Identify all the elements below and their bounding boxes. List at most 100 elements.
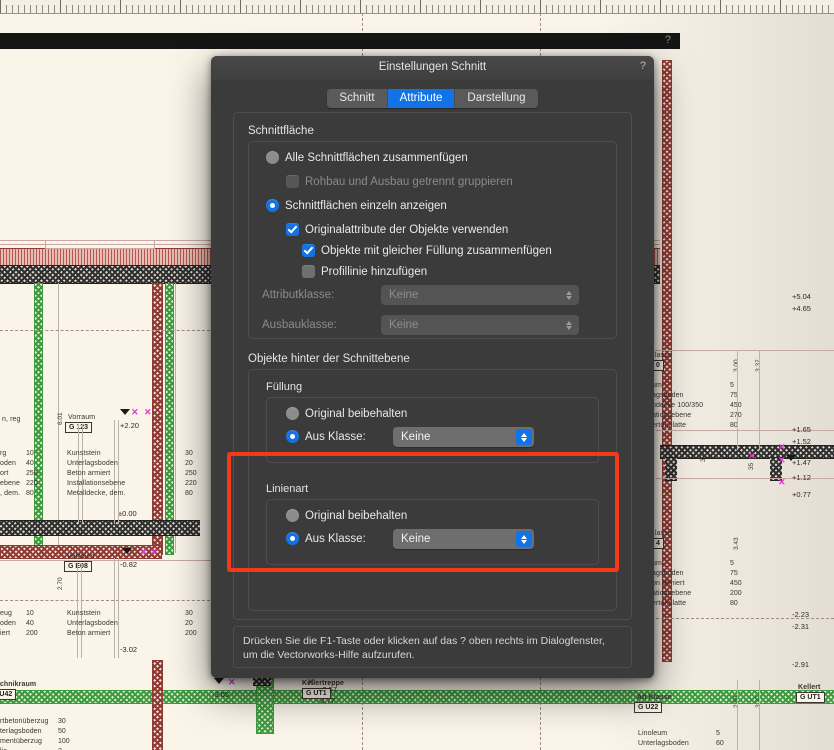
radio-show-individually[interactable] (266, 199, 279, 212)
dimension-line (759, 680, 760, 750)
option-show-individually-row[interactable]: Schnittflächen einzeln anzeigen (266, 199, 447, 212)
class-tag: G U22 (634, 702, 663, 713)
buildup-thickness: 250 (26, 470, 38, 477)
ruler-tick (582, 5, 583, 13)
check-original-attributes-row[interactable]: Originalattribute der Objekte verwenden (286, 223, 508, 236)
snap-marker-icon: ✕ (228, 677, 236, 687)
buildup-material: ertonplatte (652, 422, 687, 429)
buildup-thickness: 30 (185, 610, 193, 617)
dialog-title: Einstellungen Schnitt (378, 61, 487, 73)
snap-marker-icon: ✕ (131, 407, 139, 417)
ruler-tick (300, 0, 301, 13)
checkbox-merge-same-fill[interactable] (302, 244, 315, 257)
ruler-tick (60, 0, 61, 13)
ruler-tick (198, 5, 199, 13)
horizontal-ruler[interactable] (0, 0, 834, 14)
option-merge-all-row[interactable]: Alle Schnittflächen zusammenfügen (266, 151, 468, 164)
tab-attribute[interactable]: Attribute (386, 89, 455, 108)
buildup-thickness: 80 (185, 490, 193, 497)
ruler-tick (528, 5, 529, 13)
ruler-tick (90, 5, 91, 13)
ruler-tick (636, 5, 637, 13)
group-title-linienart: Linienart (266, 483, 309, 495)
dimension-small: 35 (748, 462, 755, 470)
ruler-tick (534, 5, 535, 13)
ruler-tick (390, 5, 391, 13)
level-marker: ±0.00 (118, 509, 137, 518)
radio-line-from-class[interactable] (286, 532, 299, 545)
ruler-tick (660, 0, 661, 13)
check-merge-same-fill-label: Objekte mit gleicher Füllung zusammenfüg… (321, 244, 552, 257)
line-keep-original-row[interactable]: Original beibehalten (286, 509, 407, 522)
ruler-tick (180, 0, 181, 13)
ruler-tick (570, 5, 571, 13)
ruler-tick (84, 5, 85, 13)
snap-marker-icon: ✕ (778, 442, 786, 452)
ruler-tick (408, 5, 409, 13)
radio-fill-from-class[interactable] (286, 430, 299, 443)
fill-keep-original-row[interactable]: Original beibehalten (286, 407, 407, 420)
buildup-material: Beton armiert (67, 470, 111, 477)
ruler-tick (126, 5, 127, 13)
buildup-material: artbetonüberzug (0, 718, 49, 725)
buildup-material: agsboden (652, 570, 684, 577)
fill-class-select[interactable]: Keine (393, 427, 534, 447)
line-from-class-label: Aus Klasse: (305, 532, 366, 545)
level-marker: -3.65 (212, 690, 230, 699)
check-merge-same-fill-row[interactable]: Objekte mit gleicher Füllung zusammenfüg… (302, 244, 552, 257)
ruler-tick (336, 5, 337, 13)
ruler-tick (642, 5, 643, 13)
fill-keep-original-label: Original beibehalten (305, 407, 408, 420)
radio-fill-keep-original[interactable] (286, 407, 299, 420)
tab-darstellung[interactable]: Darstellung (454, 89, 538, 108)
checkbox-original-attributes[interactable] (286, 223, 299, 236)
check-add-profile-line-row[interactable]: Profillinie hinzufügen (302, 265, 427, 278)
ruler-tick (210, 5, 211, 13)
dialog-titlebar[interactable]: Einstellungen Schnitt ? (211, 56, 654, 81)
ruler-tick (828, 5, 829, 13)
help-icon[interactable]: ? (665, 34, 671, 46)
schnittflaeche-groupbox (248, 141, 617, 339)
level-marker: -2.31 (792, 622, 810, 631)
ruler-tick (684, 5, 685, 13)
left-label: n, reg (2, 416, 21, 423)
buildup-material: ebene (0, 480, 20, 487)
ruler-tick (66, 5, 67, 13)
ruler-tick (564, 5, 565, 13)
buildup-material: oden (0, 460, 16, 467)
stepper-icon[interactable] (516, 531, 532, 547)
room-line (118, 420, 119, 524)
ruler-tick (162, 5, 163, 13)
ruler-tick (330, 5, 331, 13)
level-triangle-icon (214, 678, 224, 684)
app-toolbar[interactable]: ? (0, 33, 680, 49)
line-class-select[interactable]: Keine (393, 529, 534, 549)
dimension-line (737, 680, 738, 750)
ruler-tick (258, 5, 259, 13)
ruler-tick (468, 5, 469, 13)
settings-dialog[interactable]: Einstellungen Schnitt ? Schnitt Attribut… (211, 56, 654, 678)
buildup-thickness: 5 (730, 560, 734, 567)
ruler-tick (762, 5, 763, 13)
tab-schnitt[interactable]: Schnitt (327, 89, 387, 108)
ruler-tick (282, 5, 283, 13)
radio-line-keep-original[interactable] (286, 509, 299, 522)
level-triangle-icon (122, 548, 132, 554)
ruler-tick (12, 5, 13, 13)
ruler-tick (276, 5, 277, 13)
detail-outline (45, 240, 155, 249)
radio-merge-all[interactable] (266, 151, 279, 164)
ruler-tick (768, 5, 769, 13)
help-icon[interactable]: ? (640, 60, 646, 72)
ruler-tick (630, 5, 631, 13)
dimension-vertical: 6.01 (57, 412, 64, 425)
floor-slab-hatched (0, 520, 200, 536)
checkbox-add-profile-line[interactable] (302, 265, 315, 278)
level-marker: +1.65 (792, 425, 811, 434)
ruler-tick (48, 5, 49, 13)
line-from-class-row[interactable]: Aus Klasse: (286, 532, 366, 545)
ruler-tick (690, 5, 691, 13)
section-title-schnittflaeche: Schnittfläche (248, 125, 314, 137)
fill-from-class-row[interactable]: Aus Klasse: (286, 430, 366, 443)
stepper-icon[interactable] (516, 429, 532, 445)
